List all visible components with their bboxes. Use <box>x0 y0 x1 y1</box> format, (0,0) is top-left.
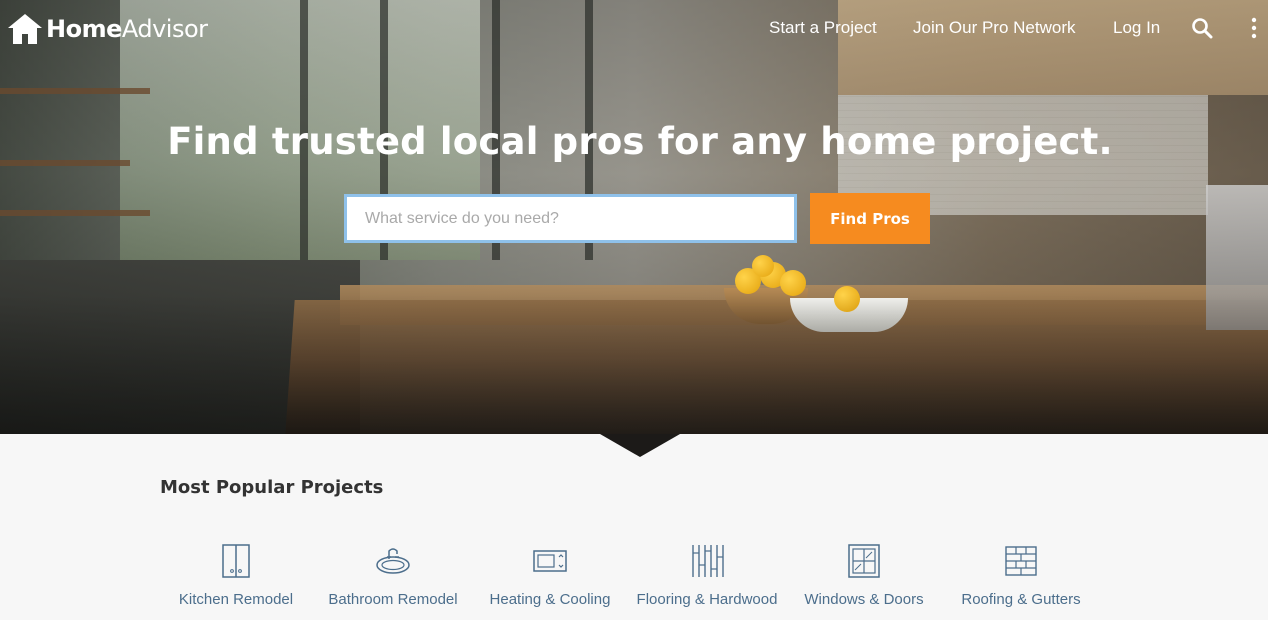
homepage: HomeAdvisor Start a Project Join Our Pro… <box>0 0 1268 620</box>
section-notch <box>600 434 680 457</box>
project-label: Bathroom Remodel <box>328 591 458 608</box>
nav-join-pro-network[interactable]: Join Our Pro Network <box>913 18 1076 38</box>
project-roofing-gutters[interactable]: Roofing & Gutters <box>941 543 1101 608</box>
search-icon[interactable] <box>1190 16 1214 40</box>
flooring-icon <box>692 545 724 577</box>
brand-wordmark: HomeAdvisor <box>46 15 208 43</box>
nav-start-project[interactable]: Start a Project <box>769 18 877 38</box>
kitchen-icon <box>222 544 250 578</box>
hero-cabinet <box>838 0 1268 95</box>
project-label: Flooring & Hardwood <box>636 591 778 608</box>
project-windows-doors[interactable]: Windows & Doors <box>784 543 944 608</box>
project-bathroom-remodel[interactable]: Bathroom Remodel <box>313 543 473 608</box>
hero-lemon <box>752 255 774 277</box>
hero-shelf <box>0 88 150 94</box>
windows-icon <box>848 544 880 578</box>
house-icon <box>8 14 42 44</box>
project-label: Roofing & Gutters <box>961 591 1081 608</box>
project-label: Windows & Doors <box>804 591 924 608</box>
hero-lemon <box>780 270 806 296</box>
brand-logo[interactable]: HomeAdvisor <box>6 12 208 46</box>
project-heating-cooling[interactable]: Heating & Cooling <box>470 543 630 608</box>
nav-log-in[interactable]: Log In <box>1113 18 1160 38</box>
hero-shade <box>0 294 1268 434</box>
find-pros-button[interactable]: Find Pros <box>810 193 930 244</box>
hero-headline: Find trusted local pros for any home pro… <box>167 120 1113 163</box>
popular-projects-title: Most Popular Projects <box>160 477 384 498</box>
roofing-icon <box>1005 546 1037 576</box>
project-label: Heating & Cooling <box>489 591 611 608</box>
bathroom-icon <box>376 548 410 574</box>
service-search-input[interactable] <box>344 194 797 243</box>
heating-icon <box>533 550 567 572</box>
project-label: Kitchen Remodel <box>178 591 294 608</box>
hero-shelf <box>0 210 150 216</box>
project-flooring-hardwood[interactable]: Flooring & Hardwood <box>627 543 787 608</box>
project-kitchen-remodel[interactable]: Kitchen Remodel <box>156 543 316 608</box>
more-vertical-icon[interactable] <box>1242 16 1266 40</box>
